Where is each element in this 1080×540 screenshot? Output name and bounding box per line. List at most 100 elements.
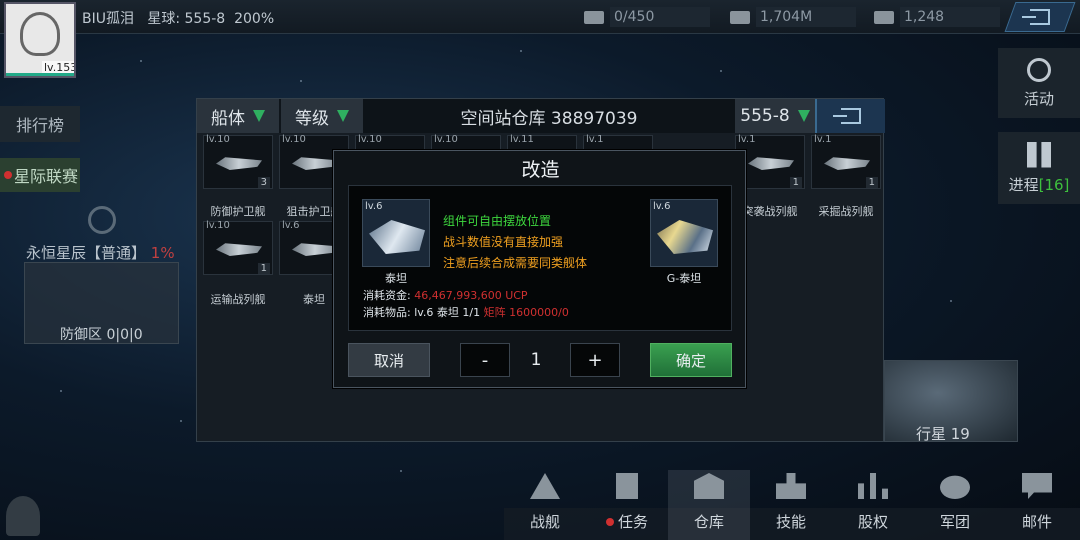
slot-level: lv.10 [358, 134, 382, 145]
defense-label: 防御区 0|0|0 [60, 327, 143, 343]
league-button[interactable]: 星际联赛 [0, 158, 80, 192]
slot-level: lv.10 [434, 134, 458, 145]
progress-button[interactable]: 进程[16] [998, 132, 1080, 204]
note-line: 战斗数值没有直接加强 [443, 235, 564, 249]
dialog-title: 改造 [521, 159, 560, 181]
ship-icon [292, 157, 338, 170]
ship-slot[interactable]: lv.1 1 [811, 134, 881, 189]
resource-energy: 0/450 [584, 7, 710, 27]
nav-label: 邮件 [1021, 513, 1052, 531]
activity-label: 活动 [1023, 89, 1054, 108]
nav-task[interactable]: 任务 [586, 470, 668, 540]
league-label: 星际联赛 [14, 167, 79, 186]
modify-info: lv.6 泰坦 组件可自由摆放位置 战斗数值没有直接加强 注意后续合成需要同类舰… [348, 185, 732, 331]
slot-level: lv.10 [282, 134, 306, 145]
slot-label: 采掘战列舰 [818, 205, 874, 218]
mail-icon [1022, 473, 1052, 499]
source-ship-card: lv.6 [362, 199, 430, 267]
cost-item-label: 消耗物品: [363, 306, 411, 319]
avatar[interactable]: lv.153 [4, 2, 76, 78]
notification-dot [4, 171, 12, 179]
planet-label: 行星 19 [916, 425, 970, 443]
eternal-percent: 1% [150, 244, 175, 262]
nav-label: 技能 [775, 513, 806, 531]
bottom-nav: 战舰 任务 仓库 技能 股权 军团 邮件 [504, 470, 1080, 540]
dropdown-arrow-icon [253, 110, 265, 122]
ship-icon [216, 157, 262, 170]
ship-icon [748, 157, 794, 170]
progress-label: 进程 [1008, 175, 1039, 194]
user-icon[interactable] [6, 496, 40, 536]
slot-level: lv.11 [510, 134, 534, 145]
eternal-name: 永恒星辰【普通】 [26, 244, 147, 262]
slot-label: 运输战列舰 [210, 293, 266, 306]
region-label: 555-8 [740, 106, 790, 126]
activity-button[interactable]: 活动 [998, 48, 1080, 118]
nav-warship[interactable]: 战舰 [504, 470, 586, 540]
nav-skill[interactable]: 技能 [750, 470, 832, 540]
card-icon [874, 10, 894, 24]
region-dropdown[interactable]: 555-8 [735, 99, 815, 133]
skill-tree-icon [776, 473, 806, 499]
alliance-icon[interactable] [88, 206, 116, 234]
task-icon [616, 473, 638, 499]
chart-icon [858, 473, 888, 499]
progress-count: [16] [1038, 175, 1070, 194]
player-star: 星球: 555-8 [147, 11, 226, 27]
slot-level: lv.10 [206, 220, 230, 231]
slot-count: 1 [865, 177, 878, 188]
energy-icon [584, 10, 604, 24]
player-percent: 200% [234, 11, 275, 27]
xp-bar [6, 73, 74, 76]
target-ship-level: lv.6 [653, 201, 671, 212]
nav-label: 战舰 [529, 513, 560, 531]
level-filter-dropdown[interactable]: 等级 [281, 99, 363, 133]
source-ship-name: 泰坦 [385, 272, 407, 285]
exit-icon [833, 108, 861, 124]
source-ship-level: lv.6 [365, 201, 383, 212]
cost-fund-value: 46,467,993,600 UCP [414, 289, 528, 302]
ship-slot[interactable]: lv.10 3 [203, 134, 273, 189]
decrease-button[interactable]: - [460, 343, 510, 377]
nav-mail[interactable]: 邮件 [996, 470, 1078, 540]
nav-equity[interactable]: 股权 [832, 470, 914, 540]
cost-item: 消耗物品: lv.6 泰坦 1/1 矩阵 1600000/0 [363, 304, 569, 320]
target-ship-name: G-泰坦 [666, 272, 702, 285]
cost-fund-label: 消耗资金: [363, 289, 411, 302]
confirm-button[interactable]: 确定 [650, 343, 732, 377]
progress-label-row: 进程[16] [1009, 174, 1070, 195]
panel-title: 空间站仓库 38897039 [363, 99, 735, 133]
ship-icon [216, 243, 262, 256]
panel-exit-button[interactable] [815, 99, 885, 133]
slot-level: lv.1 [814, 134, 832, 145]
slot-label: 防御护卫舰 [210, 205, 266, 218]
group-icon [940, 475, 970, 499]
exit-button[interactable] [1004, 2, 1076, 32]
warship-icon [530, 473, 560, 499]
eternal-star-label: 永恒星辰【普通】 1% [26, 242, 175, 263]
leaderboard-button[interactable]: 排行榜 [0, 106, 80, 142]
level-filter-label: 等级 [295, 108, 329, 129]
nav-label: 军团 [939, 513, 970, 531]
warehouse-icon [694, 473, 724, 499]
ship-slot[interactable]: lv.10 1 [203, 220, 273, 275]
tools-icon [1027, 141, 1051, 168]
hull-filter-dropdown[interactable]: 船体 [197, 99, 279, 133]
quantity-value: 1 [530, 350, 542, 370]
increase-button[interactable]: + [570, 343, 620, 377]
ship-image [369, 220, 425, 254]
slot-level: lv.10 [206, 134, 230, 145]
exit-icon [1030, 9, 1050, 25]
money-value: 1,704M [756, 7, 856, 27]
cancel-button[interactable]: 取消 [348, 343, 430, 377]
hull-filter-label: 船体 [211, 108, 245, 129]
nav-label-row: 任务 [605, 511, 648, 532]
panel-header: 船体 等级 空间站仓库 38897039 555-8 [197, 99, 885, 133]
player-info: BIU孤泪 星球: 555-8 200% [82, 8, 274, 28]
avatar-face [20, 12, 60, 56]
resource-card: 1,248 [874, 7, 1000, 27]
nav-warehouse[interactable]: 仓库 [668, 470, 750, 540]
nav-legion[interactable]: 军团 [914, 470, 996, 540]
resource-money: 1,704M [730, 7, 856, 27]
cost-fund: 消耗资金: 46,467,993,600 UCP [363, 287, 528, 303]
